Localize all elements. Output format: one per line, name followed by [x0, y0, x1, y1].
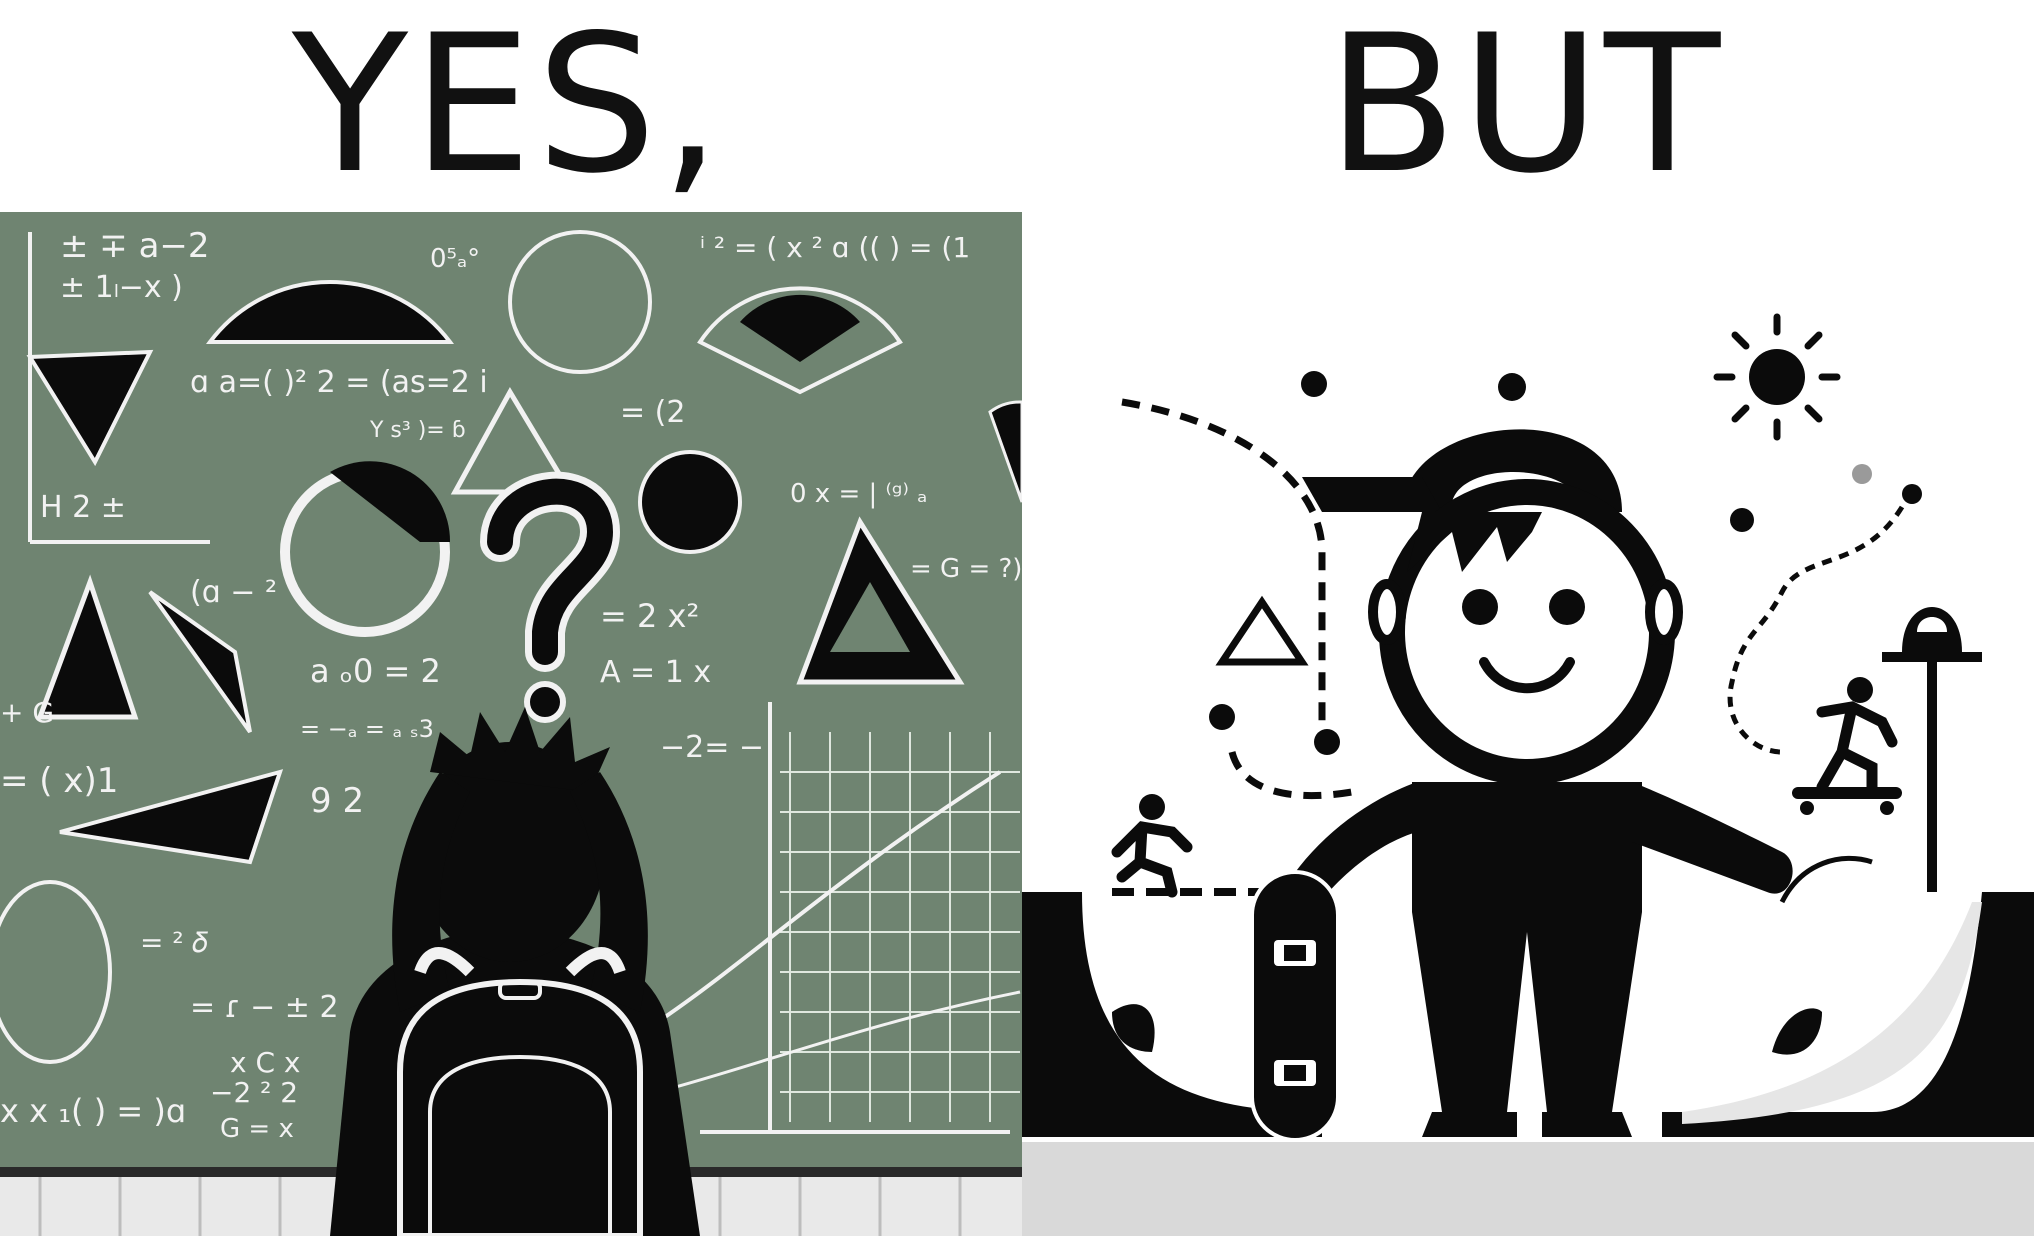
scribble-16: = ( x)1	[0, 761, 118, 801]
scribble-6: Y s³ )= ɓ	[369, 418, 466, 443]
scribble-20: x x ₁( ) = )ɑ	[0, 1092, 186, 1130]
panel-chalkboard-scene: ± ∓ a−2 ± 1ₗ−x ) 0⁵ₐ° ⁱ ² = ( x ² ɑ (( )…	[0, 212, 1022, 1236]
skateboard-icon	[1250, 870, 1340, 1142]
scribble-17: 9 2	[310, 781, 364, 821]
scribble-2: ± 1ₗ−x )	[60, 270, 183, 305]
scribble-23: + G	[0, 696, 54, 729]
scribble-24: = ² 𝛿	[140, 926, 208, 959]
chalkboard-illustration: ± ∓ a−2 ± 1ₗ−x ) 0⁵ₐ° ⁱ ² = ( x ² ɑ (( )…	[0, 212, 1022, 1236]
scribble-9: 0 x = | ⁽ᵍ⁾ ₐ	[790, 479, 927, 509]
scribble-25: x C x	[230, 1046, 301, 1079]
scribble-3: 0⁵ₐ°	[430, 244, 480, 274]
scribble-18: −2= −	[660, 730, 764, 765]
scribble-19: = ɾ − ± 2	[190, 990, 339, 1025]
scribble-1: ± ∓ a−2	[60, 226, 210, 266]
scribble-11: (ɑ − ²	[190, 575, 277, 610]
heading-yes: YES,	[291, 0, 726, 215]
scribble-10: = G = ?)	[910, 554, 1022, 584]
scribble-15: = −ₐ = ₐ ₛ3	[300, 715, 434, 743]
scribble-8: = (2	[620, 395, 685, 430]
sun-icon	[1713, 313, 1841, 441]
scribble-22: G = x	[220, 1114, 294, 1144]
scribble-7: H 2 ±	[40, 490, 126, 525]
skatepark-illustration	[1022, 212, 2034, 1236]
heading-but: BUT	[1326, 0, 1725, 215]
floor	[1022, 1142, 2034, 1236]
scribble-5: ɑ a=( )² 2 = (as=2 i	[190, 365, 488, 400]
scribble-4: ⁱ ² = ( x ² ɑ (( ) = (1	[700, 231, 970, 264]
panel-skatepark-scene	[1022, 212, 2034, 1236]
scribble-21: −2 ² 2	[210, 1076, 298, 1109]
scribble-12: = 2 x²	[600, 597, 699, 635]
scribble-13: a ₒ0 = 2	[310, 652, 441, 690]
scribble-14: A = 1 x	[600, 655, 711, 690]
